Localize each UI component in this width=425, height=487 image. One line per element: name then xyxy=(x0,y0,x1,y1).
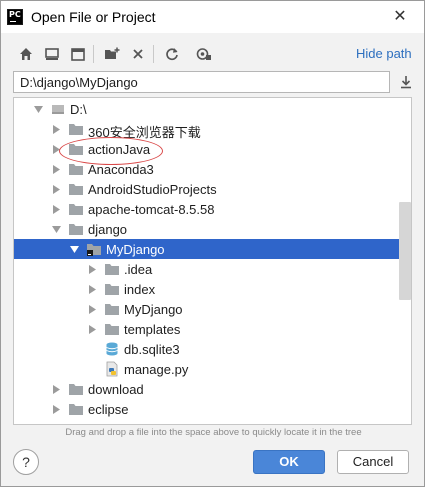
tree-row[interactable]: D:\ xyxy=(14,99,411,119)
tree-row-label: index xyxy=(124,282,156,297)
file-tree[interactable]: D:\ 360安全浏览器下载 actionJava Anaconda3 AndroidS… xyxy=(13,97,412,425)
expand-arrow-right-icon[interactable] xyxy=(86,259,98,279)
cancel-button[interactable]: Cancel xyxy=(337,450,409,474)
tree-row[interactable]: db.sqlite3 xyxy=(14,339,411,359)
help-button[interactable]: ? xyxy=(13,449,39,475)
tree-row-label: actionJava xyxy=(88,142,151,157)
expand-arrow-down-icon[interactable] xyxy=(68,239,80,259)
folder-icon xyxy=(68,141,84,157)
open-file-dialog: PC Open File or Project ✕ Hide path D:\d… xyxy=(0,0,425,487)
expand-arrow-down-icon[interactable] xyxy=(50,219,62,239)
expand-arrow-right-icon[interactable] xyxy=(86,299,98,319)
tree-row-label: MyDjango xyxy=(124,302,183,317)
tree-row-label: .idea xyxy=(124,262,153,277)
tree-row-label: MyDjango xyxy=(106,242,165,257)
expand-arrow-right-icon[interactable] xyxy=(86,279,98,299)
tree-row[interactable]: manage.py xyxy=(14,359,411,379)
tree-row-label: manage.py xyxy=(124,362,189,377)
tree-row-label: templates xyxy=(124,322,181,337)
database-icon xyxy=(104,341,120,357)
expand-arrow-right-icon[interactable] xyxy=(50,179,62,199)
new-folder-icon[interactable] xyxy=(101,43,123,65)
folder-icon xyxy=(104,281,120,297)
expand-arrow-right-icon[interactable] xyxy=(50,379,62,399)
drag-drop-hint: Drag and drop a file into the space abov… xyxy=(65,427,362,438)
ok-button[interactable]: OK xyxy=(253,450,325,474)
expand-arrow-right-icon[interactable] xyxy=(50,119,62,139)
drive-icon xyxy=(50,101,66,117)
delete-icon[interactable] xyxy=(127,43,149,65)
tree-row[interactable]: index xyxy=(14,279,411,299)
tree-row[interactable]: Anaconda3 xyxy=(14,159,411,179)
tree-row[interactable]: django xyxy=(14,219,411,239)
tree-row[interactable]: download xyxy=(14,379,411,399)
tree-row-label: db.sqlite3 xyxy=(124,342,180,357)
expand-arrow-right-icon[interactable] xyxy=(50,399,62,419)
tree-row[interactable]: eclipse xyxy=(14,399,411,419)
folder-icon xyxy=(68,121,84,137)
python-icon xyxy=(104,361,120,377)
tree-row[interactable]: actionJava xyxy=(14,139,411,159)
pycharm-logo-icon: PC xyxy=(7,9,23,25)
tree-row[interactable]: MyDjango xyxy=(14,299,411,319)
folder-icon xyxy=(104,321,120,337)
folder-icon xyxy=(68,181,84,197)
tree-row[interactable]: apache-tomcat-8.5.58 xyxy=(14,199,411,219)
folder-icon xyxy=(68,381,84,397)
expand-arrow-right-icon[interactable] xyxy=(50,139,62,159)
hide-path-link[interactable]: Hide path xyxy=(356,46,412,61)
tree-row-label: apache-tomcat-8.5.58 xyxy=(88,202,215,217)
expand-arrow-right-icon[interactable] xyxy=(50,159,62,179)
tree-row-label: django xyxy=(88,222,128,237)
title-bar: PC Open File or Project ✕ xyxy=(1,1,424,33)
tree-row[interactable]: MyDjango xyxy=(14,239,411,259)
tree-row-label: AndroidStudioProjects xyxy=(88,182,217,197)
expand-arrow-right-icon[interactable] xyxy=(50,199,62,219)
folder-icon xyxy=(104,261,120,277)
download-icon[interactable] xyxy=(396,72,416,92)
show-hidden-icon[interactable] xyxy=(193,43,215,65)
folder-icon xyxy=(68,161,84,177)
folder-icon xyxy=(68,201,84,217)
desktop-icon[interactable] xyxy=(41,43,63,65)
refresh-icon[interactable] xyxy=(161,43,183,65)
folder-icon xyxy=(68,401,84,417)
tree-row-label: eclipse xyxy=(88,402,129,417)
tree-scrollbar[interactable] xyxy=(399,202,411,300)
expand-arrow-right-icon[interactable] xyxy=(86,319,98,339)
close-button[interactable]: ✕ xyxy=(387,5,413,29)
project-folder-icon xyxy=(86,241,102,257)
expand-arrow-down-icon[interactable] xyxy=(32,99,44,119)
project-icon[interactable] xyxy=(67,43,89,65)
home-icon[interactable] xyxy=(15,43,37,65)
tree-row-label: Anaconda3 xyxy=(88,162,154,177)
tree-row[interactable]: templates xyxy=(14,319,411,339)
tree-row[interactable]: AndroidStudioProjects xyxy=(14,179,411,199)
tree-row[interactable]: 360安全浏览器下载 xyxy=(14,119,411,140)
tree-row[interactable]: .idea xyxy=(14,259,411,279)
folder-icon xyxy=(104,301,120,317)
folder-icon xyxy=(68,221,84,237)
tree-row-label: D:\ xyxy=(70,102,87,117)
path-input[interactable]: D:\django\MyDjango xyxy=(13,71,390,93)
tree-row-label: download xyxy=(88,382,144,397)
window-title: Open File or Project xyxy=(31,9,156,25)
